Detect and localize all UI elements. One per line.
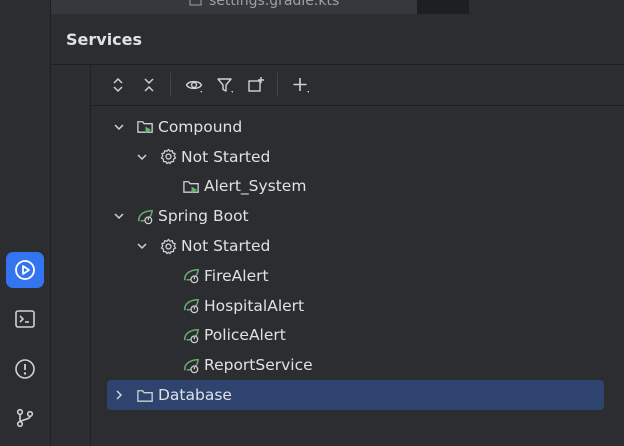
- toolbar-separator: [170, 73, 171, 97]
- divider-fragment: [417, 0, 469, 14]
- expand-all-button[interactable]: [105, 72, 131, 98]
- tool-window-strip: [0, 0, 51, 446]
- tree-row-police-alert[interactable]: PoliceAlert: [107, 321, 604, 351]
- collapse-all-button[interactable]: [136, 72, 162, 98]
- new-tab-button[interactable]: [243, 72, 269, 98]
- folder-icon: [135, 385, 155, 405]
- tree-row-label: Alert_System: [204, 177, 307, 196]
- collapse-all-icon: [144, 78, 154, 92]
- filter-icon: [217, 78, 233, 93]
- panel-title: Services: [51, 14, 624, 65]
- tree-row-not-started[interactable]: Not Started: [107, 231, 604, 261]
- services-gutter: [51, 65, 91, 446]
- settings-file-item[interactable]: settings.gradle.kts: [189, 0, 339, 10]
- gear-icon: [158, 147, 178, 167]
- tree-row-label: Not Started: [181, 237, 271, 256]
- settings-file-label: settings.gradle.kts: [209, 0, 340, 9]
- tree-row-label: Not Started: [181, 147, 271, 166]
- tree-row-alert-system[interactable]: Alert_System: [107, 172, 604, 202]
- gear-icon: [158, 236, 178, 256]
- view-options-button[interactable]: [181, 72, 207, 98]
- services-tree: Compound Not Started Alert_System Spring…: [107, 112, 604, 410]
- tree-row-label: HospitalAlert: [204, 296, 305, 315]
- tree-row-fire-alert[interactable]: FireAlert: [107, 261, 604, 291]
- spring-boot-icon: [181, 355, 201, 375]
- tree-row-report-service[interactable]: ReportService: [107, 350, 604, 380]
- git-icon[interactable]: [6, 400, 44, 436]
- tree-row-label: Compound: [158, 117, 243, 136]
- add-service-button[interactable]: [288, 72, 314, 98]
- spring-boot-icon: [181, 296, 201, 316]
- expand-all-icon: [113, 77, 123, 93]
- chevron-down-icon[interactable]: [111, 208, 127, 224]
- compound-run-icon: [181, 176, 201, 196]
- tree-row-spring-boot[interactable]: Spring Boot: [107, 201, 604, 231]
- chevron-right-icon[interactable]: [111, 387, 127, 403]
- tree-row-label: FireAlert: [204, 266, 269, 285]
- tree-row-database[interactable]: Database: [107, 380, 604, 410]
- tree-row-compound[interactable]: Compound: [107, 112, 604, 142]
- tree-row-label: Spring Boot: [158, 207, 249, 226]
- plus-icon: [293, 78, 309, 93]
- tree-row-label: Database: [158, 386, 232, 405]
- problems-icon[interactable]: [6, 351, 44, 387]
- eye-icon: [185, 80, 203, 93]
- services-icon[interactable]: [6, 252, 44, 288]
- gradle-file-icon: [189, 0, 203, 10]
- tree-row-not-started[interactable]: Not Started: [107, 142, 604, 172]
- tree-row-hospital-alert[interactable]: HospitalAlert: [107, 291, 604, 321]
- chevron-down-icon[interactable]: [111, 119, 127, 135]
- filter-button[interactable]: [212, 72, 238, 98]
- chevron-down-icon[interactable]: [134, 149, 150, 165]
- toolbar-separator: [277, 73, 278, 97]
- chevron-down-icon[interactable]: [134, 238, 150, 254]
- new-tab-icon: [248, 77, 264, 92]
- spring-boot-icon: [181, 266, 201, 286]
- terminal-icon[interactable]: [6, 301, 44, 337]
- spring-boot-icon: [181, 325, 201, 345]
- tree-row-label: PoliceAlert: [204, 326, 286, 345]
- spring-boot-icon: [135, 206, 155, 226]
- compound-run-icon: [135, 117, 155, 137]
- tree-row-label: ReportService: [204, 356, 313, 375]
- services-toolbar: [91, 65, 624, 106]
- project-tree-fragment: settings.gradle.kts: [51, 0, 624, 14]
